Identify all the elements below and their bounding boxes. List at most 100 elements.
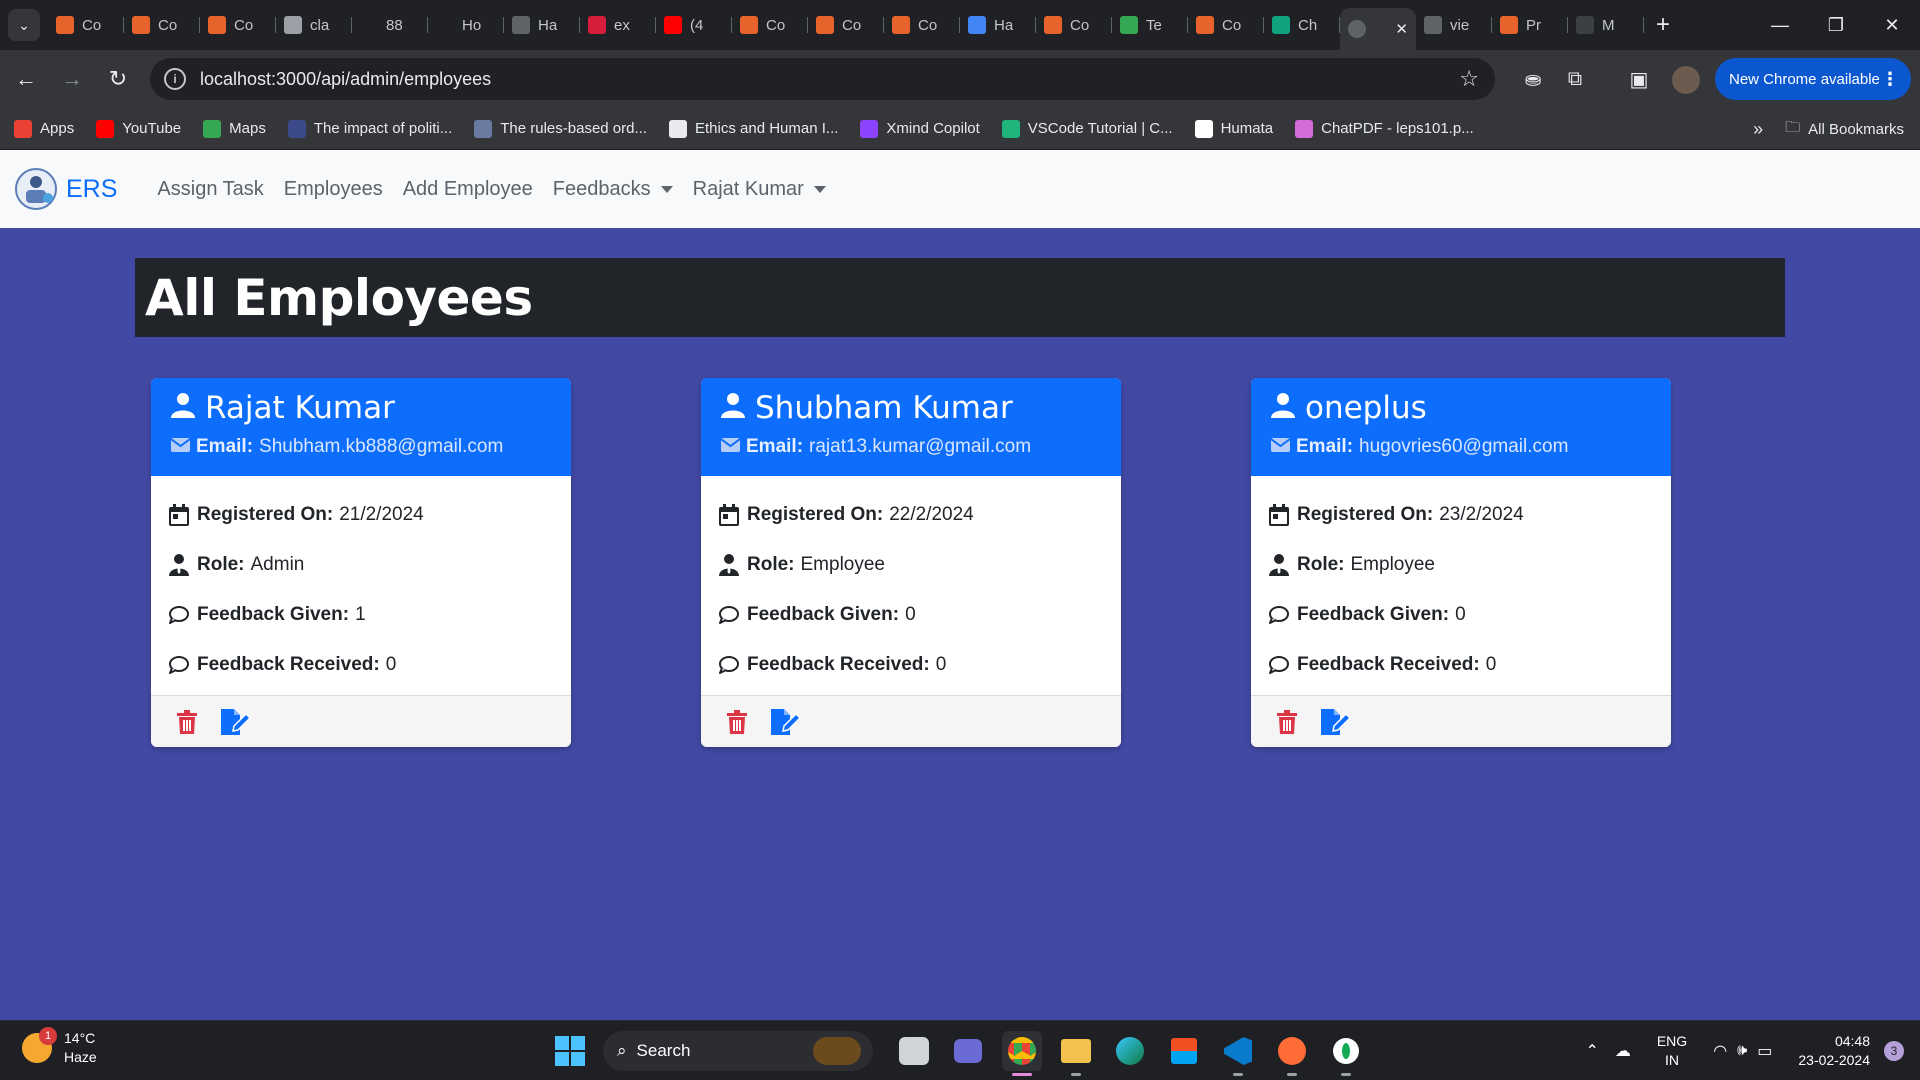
address-bar[interactable]: i localhost:3000/api/admin/employees ☆: [150, 58, 1495, 100]
mongodb-compass-icon[interactable]: [1326, 1031, 1366, 1076]
ers-logo-icon[interactable]: [14, 167, 58, 211]
side-panel-icon[interactable]: ▣: [1624, 64, 1654, 94]
browser-tab[interactable]: Ho: [428, 7, 504, 43]
wifi-icon[interactable]: ◠: [1713, 1041, 1727, 1061]
volume-icon[interactable]: 🕪: [1737, 1042, 1747, 1060]
browser-tab[interactable]: Pr: [1492, 7, 1568, 43]
close-window-icon[interactable]: ✕: [1864, 0, 1920, 50]
notification-badge[interactable]: 3: [1884, 1041, 1904, 1061]
bookmark-star-icon[interactable]: ☆: [1459, 66, 1479, 92]
employee-role: Admin: [250, 554, 305, 575]
calendar-icon: [1269, 504, 1297, 526]
delete-trash-icon[interactable]: [727, 709, 747, 734]
vscode-icon[interactable]: [1218, 1031, 1258, 1076]
back-icon[interactable]: ←: [6, 59, 46, 99]
meet-icon[interactable]: [948, 1031, 988, 1071]
browser-tab[interactable]: Co: [1188, 7, 1264, 43]
tab-favicon-icon: [208, 16, 226, 34]
onedrive-cloud-icon[interactable]: ☁: [1615, 1041, 1631, 1061]
browser-tab[interactable]: Co: [124, 7, 200, 43]
browser-tab[interactable]: ex: [580, 7, 656, 43]
tab-favicon-icon: [132, 16, 150, 34]
browser-tab[interactable]: Ch: [1264, 7, 1340, 43]
bookmark-item[interactable]: Maps: [203, 119, 266, 138]
browser-tab[interactable]: Co: [732, 7, 808, 43]
chevron-up-icon[interactable]: ⌃: [1585, 1041, 1598, 1061]
profile-avatar[interactable]: [1672, 66, 1700, 94]
windows-start-icon[interactable]: [555, 1036, 585, 1066]
browser-tab[interactable]: Co: [884, 7, 960, 43]
nav-user-dropdown[interactable]: Rajat Kumar: [693, 178, 826, 201]
browser-tab[interactable]: Co: [808, 7, 884, 43]
browser-tab[interactable]: Co: [200, 7, 276, 43]
nav-feedbacks-dropdown[interactable]: Feedbacks: [553, 178, 673, 201]
browser-tab[interactable]: Ha: [504, 7, 580, 43]
brand-link[interactable]: ERS: [66, 175, 117, 204]
chrome-update-button[interactable]: New Chrome available ⋮: [1715, 58, 1911, 100]
edit-file-icon[interactable]: [1321, 708, 1351, 735]
active-tab[interactable]: ✕: [1340, 8, 1416, 50]
chrome-taskbar-icon[interactable]: [1002, 1031, 1042, 1076]
minimize-icon[interactable]: —: [1752, 0, 1808, 50]
edit-file-icon[interactable]: [771, 708, 801, 735]
clock[interactable]: 04:48 23-02-2024: [1798, 1032, 1870, 1070]
tab-search-button[interactable]: ⌄: [8, 9, 40, 41]
bookmark-item[interactable]: The rules-based ord...: [474, 119, 647, 138]
restore-icon[interactable]: ❐: [1808, 0, 1864, 50]
all-bookmarks-link[interactable]: All Bookmarks: [1808, 121, 1904, 138]
registered-date: 22/2/2024: [889, 504, 974, 525]
nav-assign-task[interactable]: Assign Task: [157, 178, 263, 201]
delete-trash-icon[interactable]: [177, 709, 197, 734]
bookmark-item[interactable]: ChatPDF - leps101.p...: [1295, 119, 1474, 138]
bookmark-item[interactable]: Ethics and Human I...: [669, 119, 838, 138]
bookmark-item[interactable]: YouTube: [96, 119, 181, 138]
forward-icon[interactable]: →: [52, 59, 92, 99]
email-label: Email:: [1296, 436, 1354, 457]
browser-tab[interactable]: Te: [1112, 7, 1188, 43]
browser-tab[interactable]: cla: [276, 7, 352, 43]
nav-add-employee[interactable]: Add Employee: [403, 178, 533, 201]
feedback-received-count: 0: [935, 654, 947, 675]
weather-sun-icon: 1: [22, 1027, 57, 1063]
bookmark-favicon-icon: [287, 119, 306, 138]
tab-favicon-icon: [56, 16, 74, 34]
bookmark-item[interactable]: Xmind Copilot: [860, 119, 980, 138]
weather-widget[interactable]: 1 14°C Haze: [22, 1027, 97, 1067]
browser-tab[interactable]: Co: [48, 7, 124, 43]
microsoft-store-icon[interactable]: [1164, 1031, 1204, 1071]
url-text[interactable]: localhost:3000/api/admin/employees: [200, 69, 491, 90]
bookmark-item[interactable]: VSCode Tutorial | C...: [1001, 119, 1173, 138]
browser-tab[interactable]: 88: [352, 7, 428, 43]
site-info-icon[interactable]: i: [164, 68, 186, 90]
registered-date: 21/2/2024: [339, 504, 424, 525]
language-indicator[interactable]: ENG IN: [1657, 1032, 1687, 1070]
file-explorer-icon[interactable]: [1056, 1031, 1096, 1076]
bookmark-item[interactable]: Humata: [1194, 119, 1273, 138]
browser-tab[interactable]: Co: [1036, 7, 1112, 43]
postman-icon[interactable]: [1272, 1031, 1312, 1076]
browser-tab[interactable]: M: [1568, 7, 1644, 43]
edge-icon[interactable]: [1110, 1031, 1150, 1071]
extensions-icon[interactable]: ⧉: [1560, 64, 1590, 94]
bookmark-item[interactable]: The impact of politi...: [287, 119, 452, 138]
tab-favicon-icon: [512, 16, 530, 34]
nav-employees[interactable]: Employees: [284, 178, 383, 201]
taskbar-search[interactable]: ⌕ Search: [603, 1031, 873, 1071]
browser-tab[interactable]: Ha: [960, 7, 1036, 43]
browser-tab[interactable]: (4: [656, 7, 732, 43]
feedback-received-row: Feedback Received: 0: [719, 640, 1103, 690]
browser-tab[interactable]: vie: [1416, 7, 1492, 43]
user-tie-icon: [719, 554, 747, 576]
new-tab-button[interactable]: +: [1656, 11, 1670, 39]
close-tab-icon[interactable]: ✕: [1395, 20, 1408, 38]
weather-condition: Haze: [64, 1049, 97, 1065]
feedback-received-count: 0: [385, 654, 397, 675]
bookmark-item[interactable]: Apps: [14, 119, 74, 138]
reload-icon[interactable]: ↻: [98, 59, 138, 99]
more-bookmarks-icon[interactable]: »: [1753, 119, 1763, 140]
file-explorer-task-icon[interactable]: [899, 1037, 929, 1065]
edit-file-icon[interactable]: [221, 708, 251, 735]
extension-off-icon[interactable]: ⛂: [1518, 64, 1548, 94]
delete-trash-icon[interactable]: [1277, 709, 1297, 734]
battery-icon[interactable]: ▭: [1757, 1041, 1772, 1061]
